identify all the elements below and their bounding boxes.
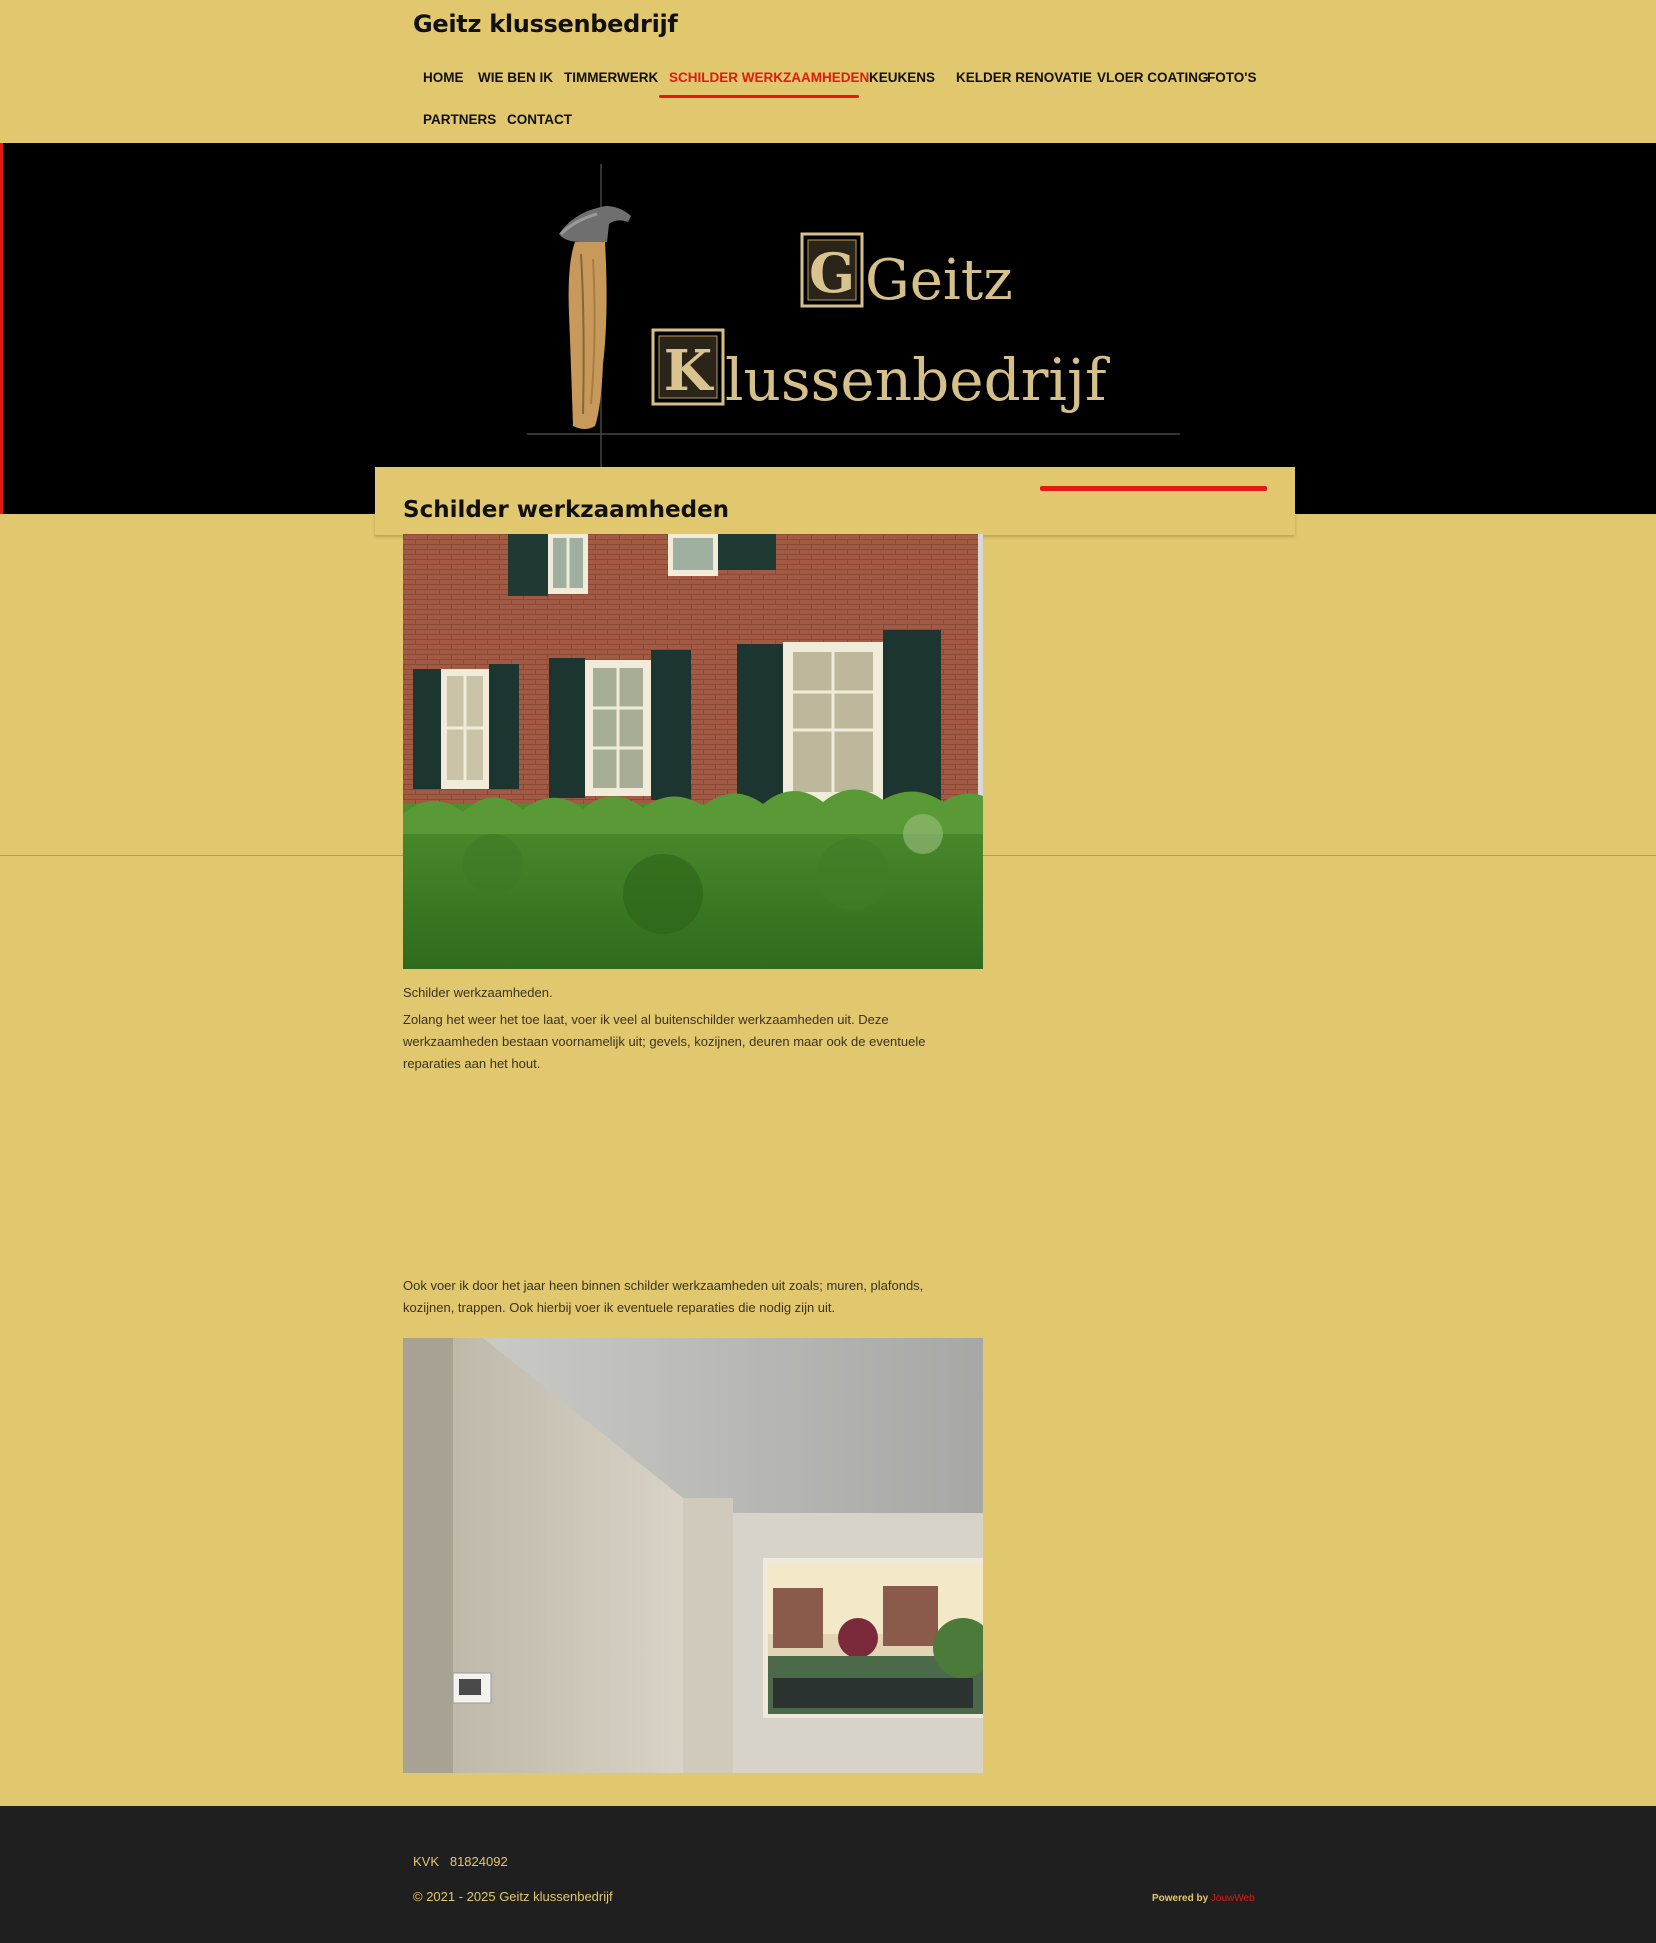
svg-text:G: G (809, 241, 855, 305)
footer-kvk: KVK 81824092 (413, 1854, 508, 1869)
nav-item-kelder-renovatie[interactable]: KELDER RENOVATIE (946, 60, 1102, 96)
powered-by-label: Powered by (1152, 1893, 1211, 1904)
active-nav-indicator (659, 95, 859, 98)
svg-text:K: K (664, 338, 715, 404)
jouwweb-link[interactable]: JouwWeb (1211, 1893, 1255, 1904)
house-exterior-photo[interactable] (403, 534, 983, 969)
company-logo: G Geitz K lussenbedrijf (527, 164, 1180, 469)
svg-text:Geitz: Geitz (865, 248, 1013, 313)
interior-room-photo[interactable] (403, 1338, 983, 1773)
hammer-icon (559, 206, 631, 429)
nav-item-fotos[interactable]: FOTO'S (1197, 60, 1266, 96)
nav-item-wie-ben-ik[interactable]: WIE BEN IK (468, 60, 563, 96)
site-title[interactable]: Geitz klussenbedrijf (413, 10, 678, 38)
card-accent-bar (1040, 486, 1267, 491)
nav-item-partners[interactable]: PARTNERS (413, 102, 506, 138)
exterior-paragraph: Zolang het weer het toe laat, voer ik ve… (403, 1012, 926, 1071)
nav-item-schilder-werkzaamheden[interactable]: SCHILDER WERKZAAMHEDEN (659, 60, 879, 96)
page-title: Schilder werkzaamheden (403, 497, 730, 523)
svg-text:lussenbedrijf: lussenbedrijf (725, 346, 1110, 414)
footer-copyright: © 2021 - 2025 Geitz klussenbedrijf (413, 1889, 613, 1904)
nav-item-contact[interactable]: CONTACT (497, 102, 582, 138)
interior-paragraph: Ook voer ik door het jaar heen binnen sc… (403, 1278, 924, 1315)
nav-item-home[interactable]: HOME (413, 60, 474, 96)
nav-item-timmerwerk[interactable]: TIMMERWERK (554, 60, 668, 96)
powered-by: Powered by JouwWeb (1152, 1893, 1255, 1904)
footer (0, 1806, 1656, 1943)
photo-caption: Schilder werkzaamheden. (403, 985, 553, 1000)
nav-item-keukens[interactable]: KEUKENS (859, 60, 945, 96)
